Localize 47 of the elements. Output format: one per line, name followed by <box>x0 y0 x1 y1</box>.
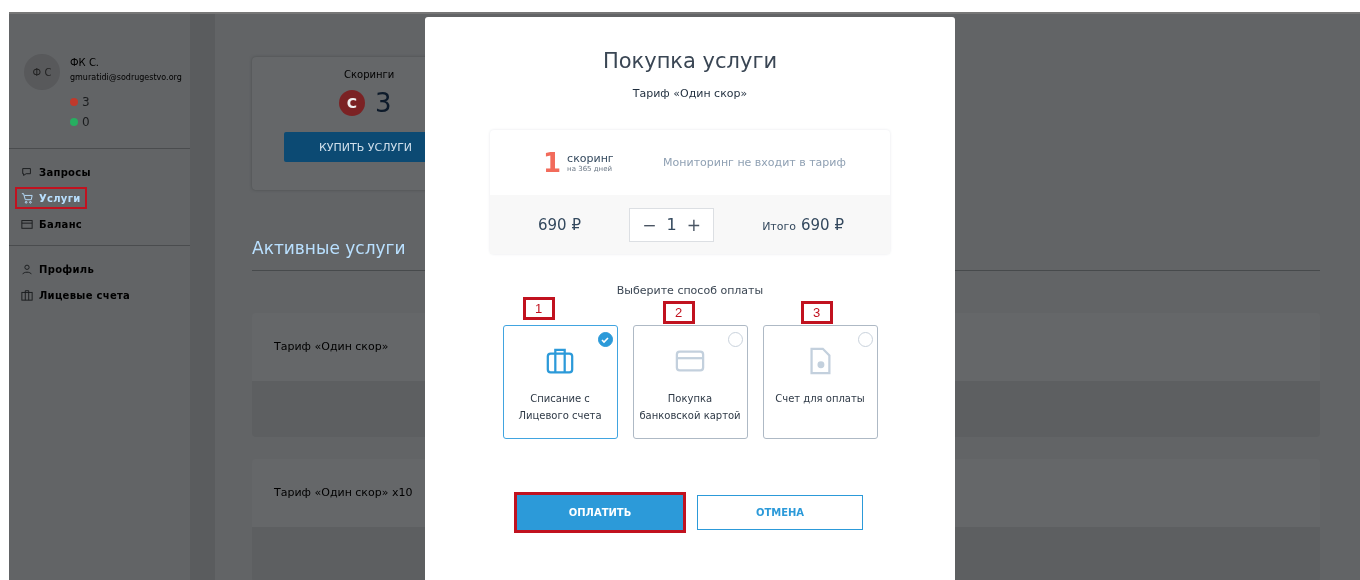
unit-label: скоринг <box>567 152 615 165</box>
nav-item[interactable]: Лицевые счета <box>17 286 135 304</box>
payment-option-label: Счет для оплаты <box>774 392 866 406</box>
scoring-amount: 1 <box>543 147 562 178</box>
service-name: Тариф «Один скор» x10 <box>274 485 413 499</box>
pay-button[interactable]: ОПЛАТИТЬ <box>517 495 683 530</box>
dialog-title: Покупка услуги <box>602 49 778 73</box>
briefcase-icon <box>545 346 575 376</box>
increment-button[interactable]: + <box>680 214 707 235</box>
checked-radio[interactable] <box>597 332 613 347</box>
nav-item[interactable]: Баланс <box>17 215 87 233</box>
payment-option-label: Списание с Лицевого счета <box>517 392 603 423</box>
nav-item[interactable]: Запросы <box>17 163 95 181</box>
cancel-button[interactable]: ОТМЕНА <box>697 495 863 530</box>
total-price: 690 ₽ <box>801 215 844 234</box>
scoring-label: Скоринги <box>344 69 396 80</box>
radio-button[interactable] <box>857 332 873 347</box>
payment-prompt: Выберите способ оплаты <box>616 284 764 297</box>
total-label: Итого <box>762 219 797 233</box>
decrement-button[interactable]: − <box>636 214 663 235</box>
briefcase-icon <box>21 289 33 301</box>
wallet-icon <box>21 218 33 230</box>
annotation-number: 2 <box>662 301 695 324</box>
service-name: Тариф «Один скор» <box>274 340 389 354</box>
payment-option[interactable]: Списание с Лицевого счета <box>502 325 618 439</box>
check-icon <box>600 334 610 345</box>
cart-icon <box>21 192 33 204</box>
balance-value: 0 <box>82 114 90 131</box>
scoring-count: 3 <box>375 88 392 118</box>
tariff-name: Тариф «Один скор» <box>632 87 748 100</box>
payment-option[interactable]: Счет для оплаты <box>762 325 878 439</box>
user-name: ФК С. <box>70 57 101 68</box>
annotation-number: 3 <box>800 301 833 324</box>
user-email: gmuratidi@sodrugestvo.org <box>70 73 182 82</box>
nav-item[interactable]: Услуги <box>17 189 85 207</box>
chat-icon <box>21 166 33 178</box>
monitoring-note: Мониторинг не входит в тариф <box>663 156 846 169</box>
annotation-number: 1 <box>522 297 555 320</box>
quantity-value: 1 <box>666 215 677 234</box>
payment-option[interactable]: Покупка банковской картой <box>632 325 748 439</box>
user-icon <box>21 263 33 275</box>
scoring-badge: С <box>339 90 365 116</box>
nav-item[interactable]: Профиль <box>17 260 99 278</box>
radio-button[interactable] <box>727 332 743 347</box>
payment-option-label: Покупка банковской картой <box>638 392 742 423</box>
unit-price: 690 ₽ <box>538 215 581 234</box>
balance-value: 3 <box>82 94 90 111</box>
